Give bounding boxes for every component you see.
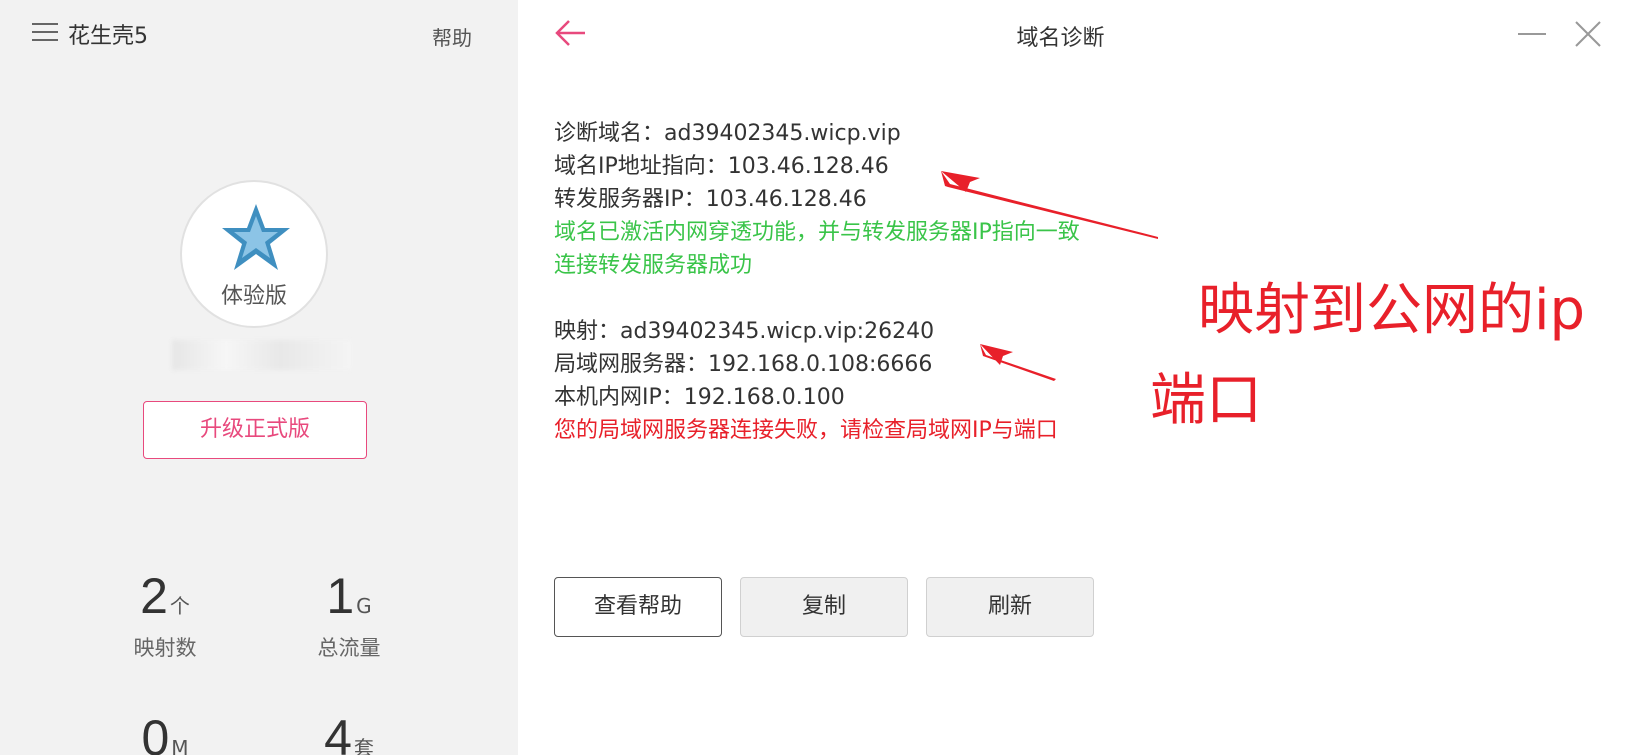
stat-unit: M: [171, 736, 189, 755]
stat-unit: 个: [169, 594, 190, 618]
app-title: 花生壳5: [68, 24, 148, 49]
main-panel: 域名诊断 诊断域名：ad39402345.wicp.vip 域名IP地址指向：1…: [518, 0, 1639, 755]
menu-icon[interactable]: [32, 22, 58, 42]
stat-value: 1: [326, 568, 355, 624]
stat-bandwidth: 0M: [95, 710, 235, 755]
edition-label: 体验版: [220, 284, 287, 309]
sidebar: 花生壳5 帮助 体验版 升级正式版 2个 映射数 1G 总流量 0M 4套: [0, 0, 518, 755]
upgrade-button[interactable]: 升级正式版: [143, 401, 367, 459]
help-link[interactable]: 帮助: [432, 22, 472, 51]
annotation-arrows: [941, 171, 1158, 381]
stat-unit: G: [356, 594, 372, 618]
stat-mappings: 2个 映射数: [95, 568, 235, 662]
stat-traffic: 1G 总流量: [279, 568, 419, 662]
stat-value: 4: [324, 710, 352, 755]
stat-label: 映射数: [133, 636, 197, 660]
arrow-to-ip: [941, 171, 1158, 239]
avatar: 体验版: [180, 180, 328, 328]
stat-unit: 套: [353, 736, 374, 755]
star-icon: [222, 204, 290, 270]
stat-value: 2: [140, 568, 168, 624]
username-redacted: [172, 340, 352, 370]
stat-sets: 4套: [279, 710, 419, 755]
stat-value: 0: [141, 710, 170, 755]
stat-label: 总流量: [317, 636, 381, 660]
